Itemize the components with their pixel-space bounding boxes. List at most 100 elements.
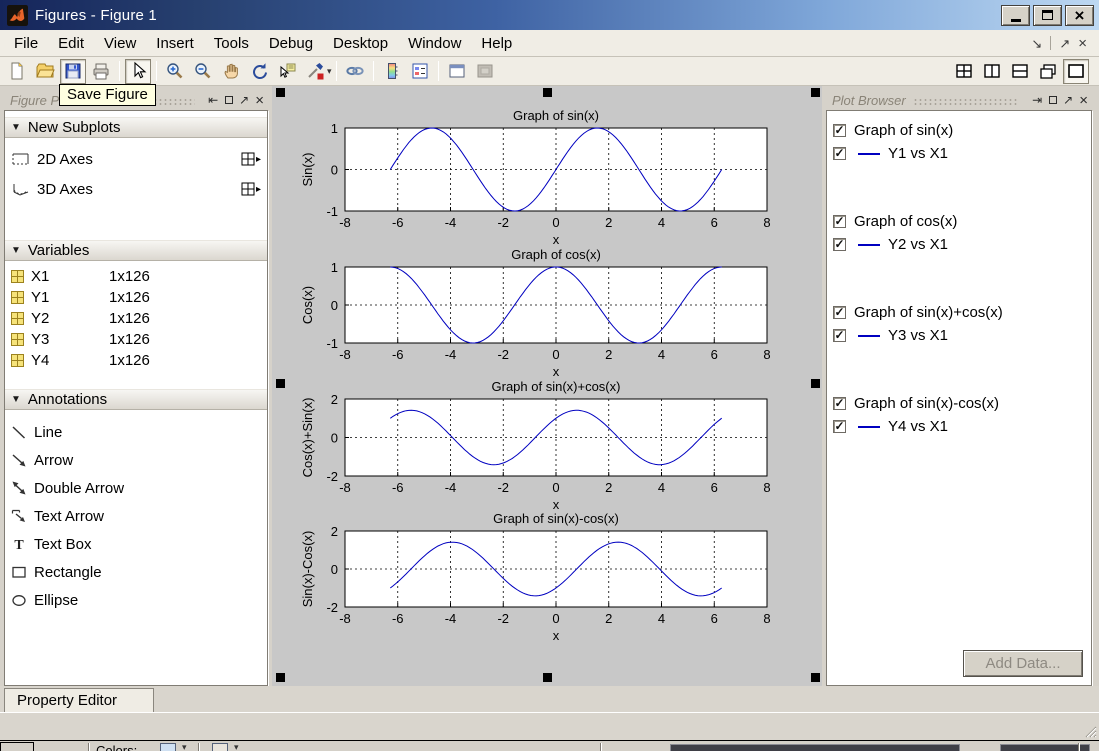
menu-view[interactable]: View — [94, 32, 146, 55]
layout-cascade-button[interactable] — [1035, 59, 1061, 84]
section-annotations[interactable]: ▼ Annotations — [5, 389, 267, 410]
annotation-item-double-arrow[interactable]: Double Arrow — [5, 474, 267, 502]
selection-handle[interactable] — [811, 673, 820, 682]
checkbox-checked[interactable]: ✓ — [833, 238, 846, 251]
link-plots-button[interactable] — [342, 59, 368, 84]
pointer-tool-button[interactable] — [125, 59, 151, 84]
undock-figure-icon[interactable]: ↗ — [1059, 37, 1070, 50]
open-file-button[interactable] — [32, 59, 58, 84]
brush-data-button[interactable] — [302, 59, 328, 84]
property-editor-tab[interactable]: Property Editor — [4, 688, 154, 712]
selection-handle[interactable] — [543, 88, 552, 97]
save-figure-button[interactable] — [60, 59, 86, 84]
layout-single-button[interactable] — [1063, 59, 1089, 84]
maximize-button[interactable] — [1033, 5, 1062, 26]
axes-checkbox-row[interactable]: ✓ Graph of cos(x) — [833, 210, 1091, 233]
subplot-grid-icon[interactable] — [241, 152, 255, 166]
selection-handle[interactable] — [276, 379, 285, 388]
palette-item-3d-axes[interactable]: 3D Axes ▸ — [5, 174, 267, 204]
brush-dropdown-arrow[interactable]: ▾ — [327, 66, 332, 77]
subplot-grid-icon[interactable] — [241, 182, 255, 196]
axes-checkbox-row[interactable]: ✓ Graph of sin(x) — [833, 119, 1091, 142]
checkbox-checked[interactable]: ✓ — [833, 215, 846, 228]
hide-plot-tools-button[interactable] — [472, 59, 498, 84]
menu-insert[interactable]: Insert — [146, 32, 204, 55]
checkbox-checked[interactable]: ✓ — [833, 420, 846, 433]
checkbox-checked[interactable]: ✓ — [833, 147, 846, 160]
selection-handle[interactable] — [543, 673, 552, 682]
rotate3d-button[interactable] — [246, 59, 272, 84]
selection-handle[interactable] — [276, 673, 285, 682]
layout-grid-button[interactable] — [951, 59, 977, 84]
subplot-4[interactable]: -8-6-4-202468-202Graph of sin(x)-cos(x)x… — [300, 511, 771, 643]
section-variables[interactable]: ▼ Variables — [5, 240, 267, 261]
palette-item-2d-axes[interactable]: 2D Axes ▸ — [5, 144, 267, 174]
series-checkbox-row[interactable]: ✓ Y2 vs X1 — [833, 233, 1091, 256]
annotation-item-arrow[interactable]: Arrow — [5, 446, 267, 474]
add-data-button[interactable]: Add Data... — [963, 650, 1083, 677]
close-figure-icon[interactable]: × — [1078, 36, 1087, 51]
series-checkbox-row[interactable]: ✓ Y1 vs X1 — [833, 142, 1091, 165]
restore-panel-icon[interactable] — [1049, 96, 1057, 104]
annotation-item-line[interactable]: Line — [5, 418, 267, 446]
menu-debug[interactable]: Debug — [259, 32, 323, 55]
variable-row-y3[interactable]: Y3 1x126 — [5, 329, 267, 350]
menu-help[interactable]: Help — [471, 32, 522, 55]
checkbox-checked[interactable]: ✓ — [833, 397, 846, 410]
menu-desktop[interactable]: Desktop — [323, 32, 398, 55]
checkbox-checked[interactable]: ✓ — [833, 306, 846, 319]
axes-checkbox-row[interactable]: ✓ Graph of sin(x)+cos(x) — [833, 301, 1091, 324]
selection-handle[interactable] — [811, 379, 820, 388]
section-new-subplots[interactable]: ▼ New Subplots — [5, 117, 267, 138]
data-cursor-button[interactable] — [274, 59, 300, 84]
new-figure-button[interactable] — [4, 59, 30, 84]
series-checkbox-row[interactable]: ✓ Y3 vs X1 — [833, 324, 1091, 347]
show-plot-tools-button[interactable] — [444, 59, 470, 84]
annotation-item-rectangle[interactable]: Rectangle — [5, 558, 267, 586]
selection-handle[interactable] — [811, 88, 820, 97]
pointer-arrow-icon — [128, 61, 148, 81]
menu-file[interactable]: File — [4, 32, 48, 55]
layout-vertical-split-button[interactable] — [979, 59, 1005, 84]
menu-edit[interactable]: Edit — [48, 32, 94, 55]
menu-tools[interactable]: Tools — [204, 32, 259, 55]
restore-panel-icon[interactable] — [225, 96, 233, 104]
subplot-2[interactable]: -8-6-4-202468-101Graph of cos(x)xCos(x) — [300, 247, 771, 379]
print-button[interactable] — [88, 59, 114, 84]
close-panel-icon[interactable]: × — [1079, 93, 1088, 108]
annotation-item-text-box[interactable]: T Text Box — [5, 530, 267, 558]
dock-figure-icon[interactable]: ↘ — [1031, 37, 1042, 50]
subplots-svg[interactable]: -8-6-4-202468-101Graph of sin(x)xSin(x)-… — [272, 86, 822, 686]
resize-grip[interactable] — [1083, 724, 1097, 738]
series-checkbox-row[interactable]: ✓ Y4 vs X1 — [833, 415, 1091, 438]
insert-legend-button[interactable] — [407, 59, 433, 84]
layout-horizontal-split-button[interactable] — [1007, 59, 1033, 84]
dock-right-icon[interactable]: ⇥ — [1032, 94, 1042, 106]
minimize-button[interactable] — [1001, 5, 1030, 26]
annotation-item-ellipse[interactable]: Ellipse — [5, 586, 267, 614]
variable-row-y1[interactable]: Y1 1x126 — [5, 287, 267, 308]
dock-left-icon[interactable]: ⇤ — [208, 94, 218, 106]
checkbox-checked[interactable]: ✓ — [833, 329, 846, 342]
undock-panel-icon[interactable]: ↗ — [239, 94, 249, 106]
close-button[interactable]: × — [1065, 5, 1094, 26]
undock-panel-icon[interactable]: ↗ — [1063, 94, 1073, 106]
subplot-1[interactable]: -8-6-4-202468-101Graph of sin(x)xSin(x) — [300, 108, 771, 247]
axes-checkbox-row[interactable]: ✓ Graph of sin(x)-cos(x) — [833, 392, 1091, 415]
close-panel-icon[interactable]: × — [255, 93, 264, 108]
zoom-out-button[interactable] — [190, 59, 216, 84]
selection-handle[interactable] — [276, 88, 285, 97]
figure-canvas[interactable]: -8-6-4-202468-101Graph of sin(x)xSin(x)-… — [272, 86, 822, 686]
annotation-item-text-arrow[interactable]: Text Arrow — [5, 502, 267, 530]
checkbox-checked[interactable]: ✓ — [833, 124, 846, 137]
pan-button[interactable] — [218, 59, 244, 84]
subplot-3[interactable]: -8-6-4-202468-202Graph of sin(x)+cos(x)x… — [300, 379, 771, 512]
insert-colorbar-button[interactable] — [379, 59, 405, 84]
background-toolbar-separator — [88, 743, 90, 751]
zoom-in-button[interactable] — [162, 59, 188, 84]
variable-row-x1[interactable]: X1 1x126 — [5, 266, 267, 287]
save-floppy-icon — [63, 61, 83, 81]
menu-window[interactable]: Window — [398, 32, 471, 55]
variable-row-y2[interactable]: Y2 1x126 — [5, 308, 267, 329]
variable-row-y4[interactable]: Y4 1x126 — [5, 350, 267, 371]
